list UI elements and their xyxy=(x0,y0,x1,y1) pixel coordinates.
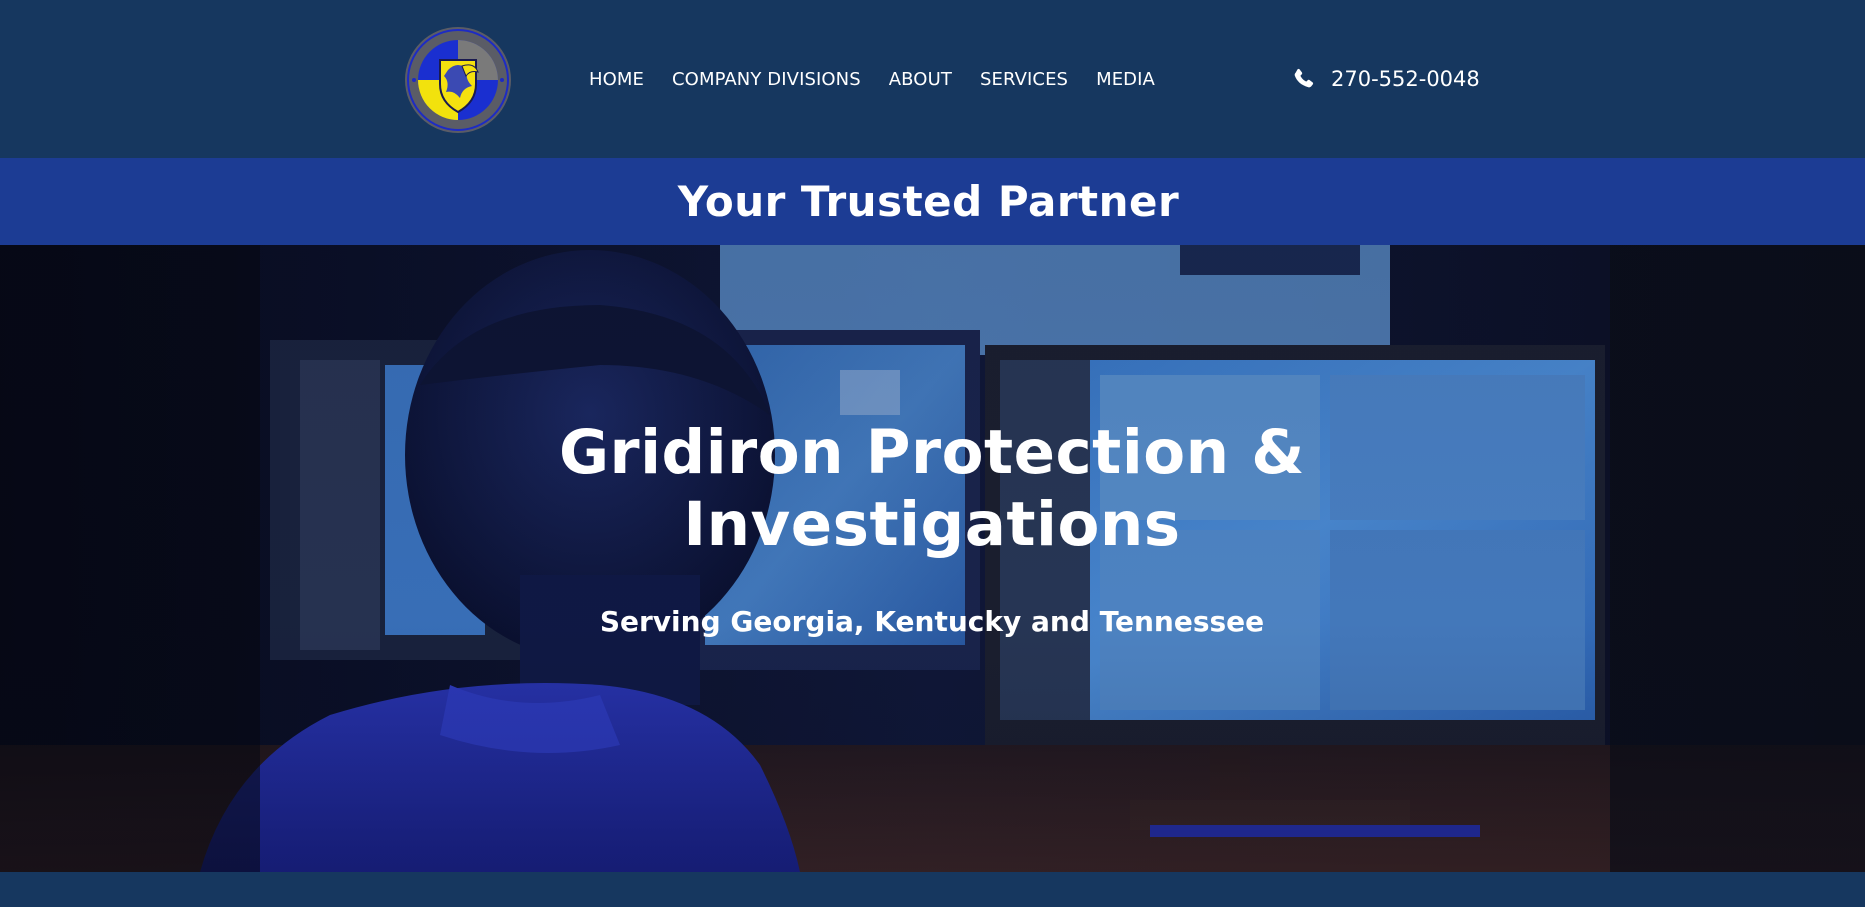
nav-item-services[interactable]: SERVICES xyxy=(980,69,1068,90)
nav-item-about[interactable]: ABOUT xyxy=(889,69,952,90)
site-header: HOME COMPANY DIVISIONS ABOUT SERVICES ME… xyxy=(0,0,1865,158)
tagline-bar: Your Trusted Partner xyxy=(0,158,1865,245)
hero-subtitle: Serving Georgia, Kentucky and Tennessee xyxy=(599,605,1265,638)
hero-title: Gridiron Protection & Investigations xyxy=(558,417,1305,560)
tagline-heading: Your Trusted Partner xyxy=(677,177,1180,226)
nav-item-media[interactable]: MEDIA xyxy=(1096,69,1155,90)
hero-section: Gridiron Protection & Investigations Ser… xyxy=(0,245,1865,872)
nav-item-home[interactable]: HOME xyxy=(589,69,644,90)
main-nav: HOME COMPANY DIVISIONS ABOUT SERVICES ME… xyxy=(589,67,1155,91)
phone-icon xyxy=(1294,68,1314,88)
site-logo[interactable] xyxy=(404,26,512,134)
gridiron-logo-icon xyxy=(405,27,511,133)
nav-item-company-divisions[interactable]: COMPANY DIVISIONS xyxy=(672,69,861,90)
header-phone: 270-552-0048 xyxy=(1291,65,1480,93)
bottom-strip xyxy=(0,872,1865,907)
phone-number-link[interactable]: 270-552-0048 xyxy=(1331,67,1480,91)
